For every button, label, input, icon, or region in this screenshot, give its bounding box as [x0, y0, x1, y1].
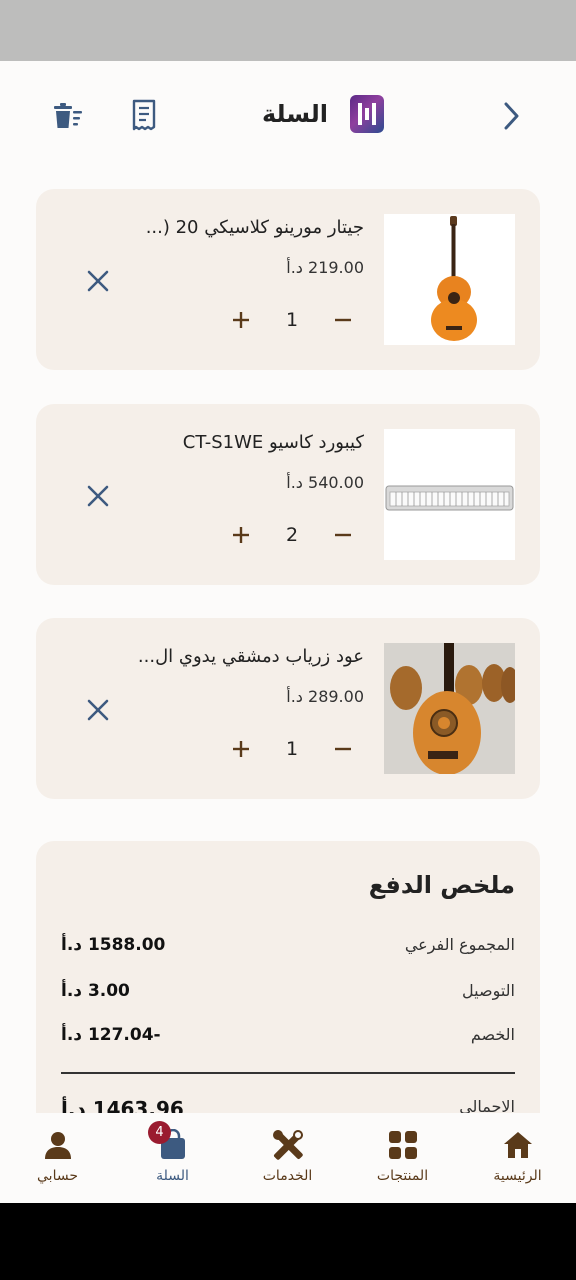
remove-item-button[interactable] — [84, 267, 112, 295]
system-navigation-bar — [0, 1203, 576, 1280]
product-price: 540.00 د.أ — [286, 473, 364, 492]
nav-label: السلة — [156, 1168, 189, 1184]
product-image-guitar — [384, 214, 515, 345]
remove-item-button[interactable] — [84, 696, 112, 724]
summary-divider — [61, 1072, 515, 1074]
summary-row-delivery: التوصيل 3.00 د.أ — [61, 981, 515, 1011]
grid-icon — [386, 1128, 420, 1162]
user-icon — [41, 1128, 75, 1162]
chevron-right-icon — [504, 102, 519, 130]
product-price: 289.00 د.أ — [286, 687, 364, 706]
cart-item: عود زرياب دمشقي يدوي ال... 289.00 د.أ 1 — [36, 618, 540, 799]
summary-value: 1588.00 د.أ — [61, 935, 166, 955]
app-header: السلة — [0, 61, 576, 171]
summary-title: ملخص الدفع — [368, 871, 515, 899]
nav-item-products[interactable]: المنتجات — [345, 1113, 460, 1203]
decrease-quantity-button[interactable] — [324, 731, 362, 767]
quantity-value: 1 — [285, 309, 299, 331]
nav-label: الرئيسية — [493, 1168, 542, 1184]
receipt-button[interactable] — [126, 96, 162, 134]
nav-item-cart[interactable]: السلة — [115, 1113, 230, 1203]
clear-list-icon — [54, 103, 82, 128]
summary-row-discount: الخصم -127.04 د.أ — [61, 1025, 515, 1055]
quantity-stepper: 2 — [222, 517, 362, 553]
increase-quantity-button[interactable] — [222, 302, 260, 338]
quantity-stepper: 1 — [222, 302, 362, 338]
summary-value: -127.04 د.أ — [61, 1025, 161, 1045]
increase-quantity-button[interactable] — [222, 517, 260, 553]
title-area: السلة — [262, 89, 392, 139]
nav-label: حسابي — [37, 1168, 78, 1184]
tools-icon — [271, 1128, 305, 1162]
plus-icon — [233, 312, 249, 328]
receipt-icon — [132, 99, 156, 131]
status-bar — [0, 0, 576, 61]
quantity-value: 2 — [285, 524, 299, 546]
minus-icon — [335, 747, 351, 751]
cart-item: جيتار مورينو كلاسيكي 20 (... 219.00 د.أ … — [36, 189, 540, 370]
home-icon — [501, 1128, 535, 1162]
bottom-nav: الرئيسية المنتجات الخدمات السلة 4 حسابي — [0, 1113, 576, 1203]
product-image-keyboard — [384, 429, 515, 560]
nav-item-services[interactable]: الخدمات — [230, 1113, 345, 1203]
minus-icon — [335, 533, 351, 537]
product-image-oud — [384, 643, 515, 774]
nav-item-home[interactable]: الرئيسية — [460, 1113, 575, 1203]
page-title: السلة — [262, 100, 329, 128]
product-name: كيبورد كاسيو CT-S1WE — [182, 432, 364, 453]
plus-icon — [233, 527, 249, 543]
plus-icon — [233, 741, 249, 757]
app-logo — [350, 95, 385, 133]
product-name: عود زرياب دمشقي يدوي ال... — [137, 646, 364, 667]
decrease-quantity-button[interactable] — [324, 517, 362, 553]
quantity-value: 1 — [285, 738, 299, 760]
summary-label: المجموع الفرعي — [404, 935, 515, 954]
minus-icon — [335, 318, 351, 322]
nav-label: المنتجات — [376, 1168, 429, 1184]
close-icon — [87, 699, 109, 721]
product-price: 219.00 د.أ — [286, 258, 364, 277]
cart-item: كيبورد كاسيو CT-S1WE 540.00 د.أ 2 — [36, 404, 540, 585]
close-icon — [87, 270, 109, 292]
product-name: جيتار مورينو كلاسيكي 20 (... — [145, 217, 364, 238]
quantity-stepper: 1 — [222, 731, 362, 767]
summary-row-subtotal: المجموع الفرعي 1588.00 د.أ — [61, 935, 515, 965]
summary-value: 3.00 د.أ — [61, 981, 130, 1001]
decrease-quantity-button[interactable] — [324, 302, 362, 338]
cart-count-badge: 4 — [148, 1121, 171, 1144]
cart-screen: السلة جيتار مورينو كلاسيكي 20 (... 219.0… — [0, 61, 576, 1203]
back-button[interactable] — [494, 98, 528, 134]
close-icon — [87, 485, 109, 507]
nav-item-account[interactable]: حسابي — [0, 1113, 115, 1203]
clear-cart-button[interactable] — [50, 98, 86, 134]
summary-label: التوصيل — [462, 981, 515, 1000]
increase-quantity-button[interactable] — [222, 731, 260, 767]
summary-label: الخصم — [470, 1025, 515, 1044]
remove-item-button[interactable] — [84, 482, 112, 510]
nav-label: الخدمات — [262, 1168, 313, 1184]
